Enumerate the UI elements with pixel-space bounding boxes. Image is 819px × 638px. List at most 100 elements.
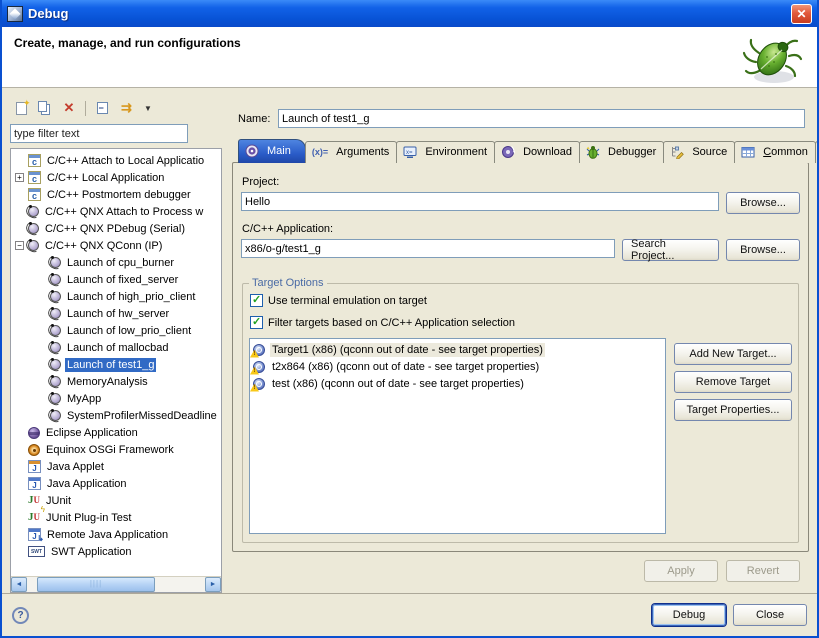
remove-target-button[interactable]: Remove Target bbox=[674, 371, 792, 393]
java-applet-icon: J bbox=[28, 460, 41, 473]
project-browse-button[interactable]: Browse... bbox=[726, 192, 800, 214]
eclipse-application-icon bbox=[28, 427, 40, 439]
tree-item-eclipse-application[interactable]: Eclipse Application bbox=[11, 424, 221, 441]
tree-item-label: Launch of mallocbad bbox=[65, 341, 171, 355]
collapse-all-icon[interactable] bbox=[93, 100, 111, 117]
tree-item-c-c-local-application[interactable]: +cC/C++ Local Application bbox=[11, 169, 221, 186]
scroll-left-arrow-icon[interactable]: ◄ bbox=[11, 577, 27, 592]
name-input[interactable] bbox=[278, 109, 805, 128]
remote-java-icon: J↳ bbox=[28, 528, 41, 541]
target-properties-button[interactable]: Target Properties... bbox=[674, 399, 792, 421]
tab-label: Environment bbox=[425, 146, 487, 158]
tree-item-launch-of-fixed-server[interactable]: Launch of fixed_server bbox=[11, 271, 221, 288]
tree-horizontal-scrollbar[interactable]: ◄ ► bbox=[11, 576, 221, 592]
target-list-item[interactable]: !t2x864 (x86) (qconn out of date - see t… bbox=[250, 358, 665, 375]
expand-icon[interactable]: + bbox=[15, 173, 24, 182]
tree-item-junit-plug-in-test[interactable]: JUϟJUnit Plug-in Test bbox=[11, 509, 221, 526]
revert-button[interactable]: Revert bbox=[726, 560, 800, 582]
tree-item-java-application[interactable]: JJava Application bbox=[11, 475, 221, 492]
new-configuration-icon[interactable]: ✦ bbox=[12, 100, 30, 117]
duplicate-configuration-icon[interactable] bbox=[36, 100, 54, 117]
application-label: C/C++ Application: bbox=[242, 223, 800, 235]
filter-input[interactable] bbox=[10, 124, 188, 143]
application-browse-button[interactable]: Browse... bbox=[726, 239, 800, 261]
arguments-tab-icon: (x)= bbox=[312, 147, 328, 157]
tab-source[interactable]: Source bbox=[663, 141, 735, 163]
tree-item-label: C/C++ QNX PDebug (Serial) bbox=[43, 222, 187, 236]
scrollbar-thumb[interactable] bbox=[37, 577, 155, 592]
tree-item-label: C/C++ Attach to Local Applicatio bbox=[45, 154, 206, 168]
collapse-icon[interactable]: − bbox=[15, 241, 24, 250]
tree-item-launch-of-mallocbad[interactable]: Launch of mallocbad bbox=[11, 339, 221, 356]
search-project-button[interactable]: Search Project... bbox=[622, 239, 719, 261]
tree-item-label: Launch of high_prio_client bbox=[65, 290, 197, 304]
close-button[interactable]: Close bbox=[733, 604, 807, 626]
window-icon bbox=[7, 6, 23, 22]
tree-item-equinox-osgi-framework[interactable]: Equinox OSGi Framework bbox=[11, 441, 221, 458]
tab-arguments[interactable]: (x)= Arguments bbox=[305, 141, 397, 163]
tree-item-label: JUnit Plug-in Test bbox=[44, 511, 133, 525]
tab-tools[interactable]: Tools bbox=[815, 141, 819, 163]
tree-item-java-applet[interactable]: JJava Applet bbox=[11, 458, 221, 475]
filter-configurations-icon[interactable]: ⇉ bbox=[117, 100, 135, 117]
tree-item-label: Launch of hw_server bbox=[65, 307, 171, 321]
sidebar-toolbar: ✦ ✕ ⇉ ▼ bbox=[10, 96, 222, 122]
tab-main[interactable]: Main bbox=[238, 139, 306, 163]
tree-item-swt-application[interactable]: SWTSWT Application bbox=[11, 543, 221, 560]
qnx-launch-icon bbox=[50, 393, 61, 404]
apply-button[interactable]: Apply bbox=[644, 560, 718, 582]
main-tab-icon bbox=[245, 144, 259, 158]
help-icon[interactable]: ? bbox=[12, 607, 29, 624]
scrollbar-track[interactable] bbox=[27, 577, 205, 592]
tree-item-launch-of-test1-g[interactable]: Launch of test1_g bbox=[11, 356, 221, 373]
tree-rows: cC/C++ Attach to Local Applicatio+cC/C++… bbox=[11, 152, 221, 576]
tab-common[interactable]: Common bbox=[734, 141, 816, 163]
tree-item-launch-of-high-prio-client[interactable]: Launch of high_prio_client bbox=[11, 288, 221, 305]
tree-item-memoryanalysis[interactable]: MemoryAnalysis bbox=[11, 373, 221, 390]
tree-item-c-c-qnx-pdebug-serial[interactable]: C/C++ QNX PDebug (Serial) bbox=[11, 220, 221, 237]
tree-item-systemprofilermisseddeadline[interactable]: SystemProfilerMissedDeadline bbox=[11, 407, 221, 424]
target-list-item[interactable]: !Target1 (x86) (qconn out of date - see … bbox=[250, 341, 665, 358]
debug-button[interactable]: Debug bbox=[652, 604, 726, 626]
target-label: t2x864 (x86) (qconn out of date - see ta… bbox=[270, 360, 541, 374]
application-input[interactable] bbox=[241, 239, 615, 258]
common-tab-icon bbox=[741, 145, 755, 159]
target-buttons: Add New Target... Remove Target Target Pro… bbox=[674, 338, 792, 534]
tree-item-myapp[interactable]: MyApp bbox=[11, 390, 221, 407]
tree-item-label: MemoryAnalysis bbox=[65, 375, 150, 389]
qnx-launch-icon bbox=[28, 223, 39, 234]
window-close-button[interactable]: ✕ bbox=[791, 4, 812, 24]
java-application-icon: J bbox=[28, 477, 41, 490]
tree-item-c-c-postmortem-debugger[interactable]: cC/C++ Postmortem debugger bbox=[11, 186, 221, 203]
tab-label: Source bbox=[692, 146, 727, 158]
filter-targets-label: Filter targets based on C/C++ Applicatio… bbox=[268, 317, 515, 329]
tree-item-launch-of-hw-server[interactable]: Launch of hw_server bbox=[11, 305, 221, 322]
tree-item-c-c-qnx-qconn-ip[interactable]: −C/C++ QNX QConn (IP) bbox=[11, 237, 221, 254]
target-list-item[interactable]: !test (x86) (qconn out of date - see tar… bbox=[250, 375, 665, 392]
source-tab-icon bbox=[670, 145, 684, 159]
qnx-launch-icon bbox=[50, 359, 61, 370]
tree-item-label: Launch of fixed_server bbox=[65, 273, 180, 287]
tree-item-remote-java-application[interactable]: J↳Remote Java Application bbox=[11, 526, 221, 543]
tree-item-launch-of-low-prio-client[interactable]: Launch of low_prio_client bbox=[11, 322, 221, 339]
tab-debugger[interactable]: ✦Debugger bbox=[579, 141, 664, 163]
tree-item-label: Launch of low_prio_client bbox=[65, 324, 193, 338]
dropdown-caret-icon[interactable]: ▼ bbox=[141, 100, 159, 117]
c-application-icon: c bbox=[28, 188, 41, 201]
scroll-right-arrow-icon[interactable]: ► bbox=[205, 577, 221, 592]
target-warning-icon: ! bbox=[253, 344, 265, 356]
tab-environment[interactable]: x=Environment bbox=[396, 141, 495, 163]
tree-item-label: SystemProfilerMissedDeadline bbox=[65, 409, 219, 423]
equinox-osgi-icon bbox=[28, 444, 40, 456]
project-input[interactable] bbox=[241, 192, 719, 211]
dialog-button-bar: ? Debug Close bbox=[2, 593, 817, 636]
filter-targets-checkbox[interactable] bbox=[250, 316, 263, 329]
tab-download[interactable]: Download bbox=[494, 141, 580, 163]
tree-item-launch-of-cpu-burner[interactable]: Launch of cpu_burner bbox=[11, 254, 221, 271]
delete-configuration-icon[interactable]: ✕ bbox=[60, 100, 78, 117]
tree-item-c-c-attach-to-local-applicatio[interactable]: cC/C++ Attach to Local Applicatio bbox=[11, 152, 221, 169]
add-new-target-button[interactable]: Add New Target... bbox=[674, 343, 792, 365]
tree-item-c-c-qnx-attach-to-process-w[interactable]: C/C++ QNX Attach to Process w bbox=[11, 203, 221, 220]
terminal-emulation-checkbox[interactable] bbox=[250, 294, 263, 307]
tab-label: Arguments bbox=[336, 146, 389, 158]
